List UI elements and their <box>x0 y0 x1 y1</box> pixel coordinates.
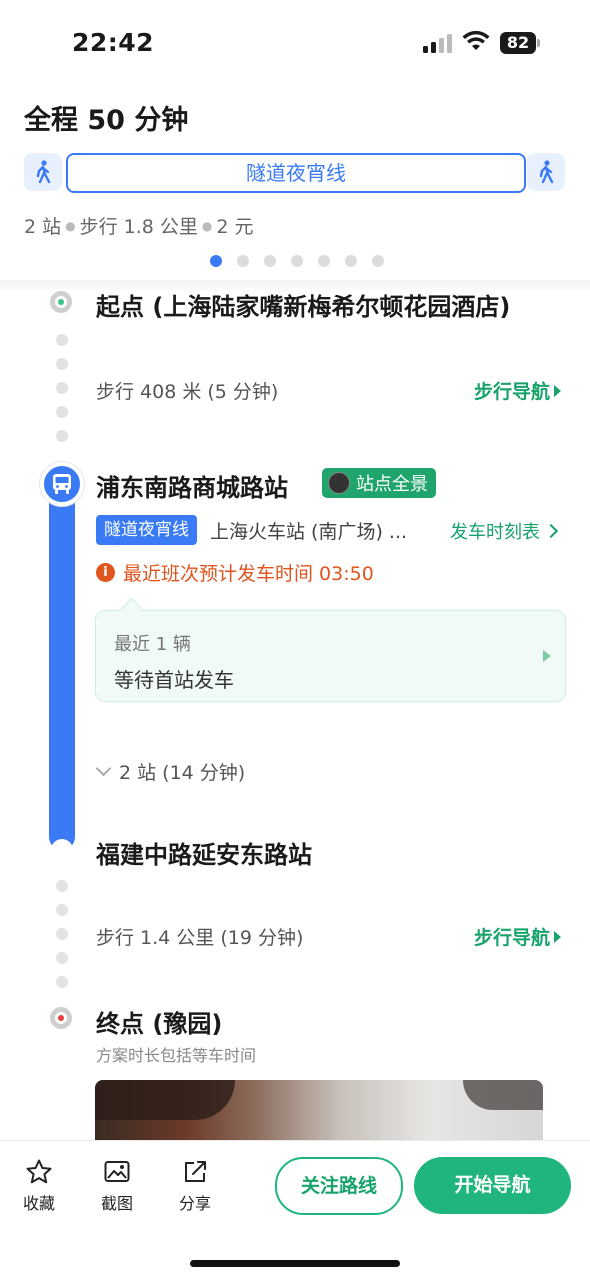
walk-nav-button[interactable]: 步行导航 <box>474 377 562 404</box>
stops-expand-toggle[interactable]: 2 站 (14 分钟) <box>95 758 246 785</box>
play-icon <box>554 930 562 943</box>
share-button[interactable]: 分享 <box>165 1158 225 1214</box>
walk-dot <box>56 976 68 988</box>
chevron-right-icon <box>543 523 559 539</box>
bus-segment-line <box>49 480 75 850</box>
summary-price: 2 元 <box>216 216 254 238</box>
page-dot[interactable] <box>345 255 357 267</box>
line-tag[interactable]: 隧道夜宵线 <box>96 515 197 545</box>
star-icon <box>26 1159 52 1184</box>
home-indicator <box>190 1260 400 1267</box>
timetable-link[interactable]: 发车时刻表 <box>450 518 559 544</box>
stops-count-text: 2 站 (14 分钟) <box>119 762 246 784</box>
panorama-label: 站点全景 <box>356 474 428 495</box>
page-dot[interactable] <box>237 255 249 267</box>
walk-segment-icon[interactable] <box>527 153 565 191</box>
battery-cap <box>537 39 540 47</box>
alight-stop-name[interactable]: 福建中路延安东路站 <box>96 835 312 870</box>
wifi-icon <box>462 30 490 56</box>
walk-nav-label: 步行导航 <box>474 927 551 949</box>
start-marker-icon <box>50 291 72 313</box>
walk-dot <box>56 358 68 370</box>
page-dot[interactable] <box>291 255 303 267</box>
walk-nav-button[interactable]: 步行导航 <box>474 923 562 950</box>
info-icon: i <box>96 563 115 582</box>
screenshot-button[interactable]: 截图 <box>87 1158 147 1214</box>
page-dot[interactable] <box>264 255 276 267</box>
walk-dot <box>56 430 68 442</box>
walk-dot <box>56 406 68 418</box>
end-marker-icon <box>50 1007 72 1029</box>
play-icon <box>554 384 562 397</box>
walk-dot <box>56 334 68 346</box>
alight-marker <box>51 839 73 861</box>
vehicle-count: 最近 1 辆 <box>114 634 191 655</box>
walk-segment-text: 步行 1.4 公里 (19 分钟) <box>96 927 304 949</box>
page-dot[interactable] <box>210 255 222 267</box>
image-icon <box>104 1161 130 1182</box>
walk-segment-icon[interactable] <box>24 153 62 191</box>
walk-dot <box>56 904 68 916</box>
warning-text: 最近班次预计发车时间 03:50 <box>123 563 374 585</box>
status-time: 22:42 <box>72 28 155 57</box>
signal-icon <box>423 34 452 53</box>
end-stop-name: 终点 (豫园) <box>96 1010 223 1038</box>
direction-text: 上海火车站 (南广场) ... <box>210 521 408 543</box>
summary-walk: 步行 1.8 公里 <box>79 216 198 238</box>
route-line-pill[interactable]: 隧道夜宵线 <box>66 153 526 193</box>
page-dot[interactable] <box>318 255 330 267</box>
bus-icon <box>40 462 84 506</box>
follow-route-button[interactable]: 关注路线 <box>275 1157 403 1215</box>
summary-stops: 2 站 <box>24 216 62 238</box>
walk-segment-text: 步行 408 米 (5 分钟) <box>96 381 279 403</box>
route-summary: 2 站 ● 步行 1.8 公里 ● 2 元 <box>24 216 254 238</box>
share-label: 分享 <box>178 1194 211 1213</box>
departure-warning: i 最近班次预计发车时间 03:50 <box>96 559 374 586</box>
page-title: 全程 50 分钟 <box>24 105 189 136</box>
walk-dot <box>56 952 68 964</box>
start-stop-name: 起点 (上海陆家嘴新梅希尔顿花园酒店) <box>96 293 511 321</box>
page-dot[interactable] <box>372 255 384 267</box>
battery-icon: 82 <box>500 32 536 54</box>
walk-nav-label: 步行导航 <box>474 381 551 403</box>
panorama-button[interactable]: 站点全景 <box>322 468 436 498</box>
walk-dot <box>56 880 68 892</box>
panorama-icon <box>328 472 350 494</box>
walk-dot <box>56 382 68 394</box>
play-icon <box>543 650 551 662</box>
duration-note: 方案时长包括等车时间 <box>96 1046 257 1065</box>
chevron-down-icon <box>95 760 112 777</box>
timetable-label: 发车时刻表 <box>450 522 540 543</box>
walk-dot <box>56 928 68 940</box>
share-icon <box>185 1161 206 1182</box>
screenshot-label: 截图 <box>100 1194 133 1213</box>
vehicle-status: 等待首站发车 <box>114 668 234 692</box>
start-navigation-button[interactable]: 开始导航 <box>414 1157 571 1214</box>
collect-button[interactable]: 收藏 <box>9 1158 69 1214</box>
collect-label: 收藏 <box>22 1194 55 1213</box>
board-stop-name[interactable]: 浦东南路商城路站 <box>96 468 288 503</box>
page-indicator[interactable] <box>210 255 384 267</box>
